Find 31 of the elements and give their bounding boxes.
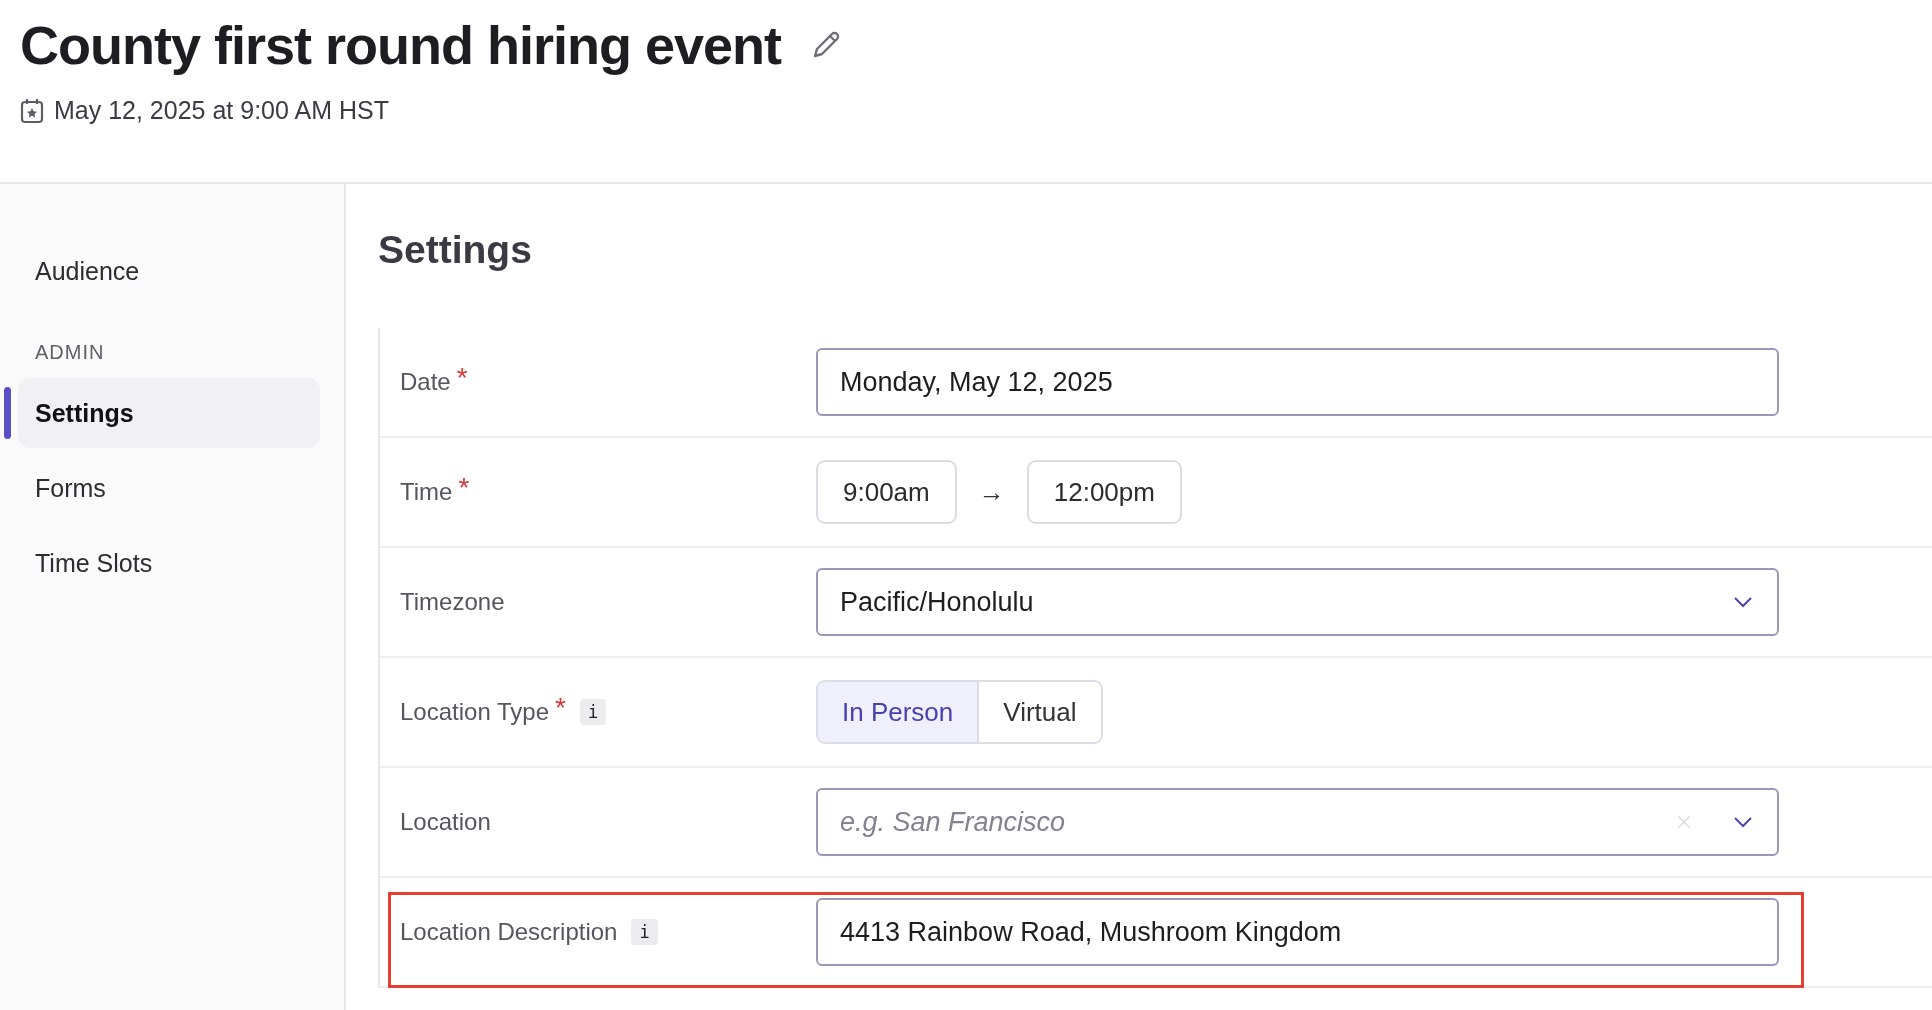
- section-heading: Settings: [378, 227, 533, 273]
- required-mark: *: [456, 362, 468, 394]
- nav-section-label: ADMIN: [34, 340, 106, 365]
- field-label: Location Description: [400, 918, 618, 946]
- text-input-field[interactable]: 4413 Rainbow Road, Mushroom Kingdom: [816, 898, 1779, 966]
- info-badge[interactable]: i: [631, 919, 658, 945]
- start-time-field[interactable]: 9:00am: [816, 460, 957, 524]
- info-badge[interactable]: i: [579, 699, 607, 725]
- required-mark: *: [458, 472, 470, 504]
- end-time-field[interactable]: 12:00pm: [1026, 460, 1182, 524]
- segment-option[interactable]: In Person: [818, 682, 978, 742]
- field-label: Timezone: [400, 588, 505, 616]
- page-title: County first round hiring event: [20, 14, 781, 76]
- text-input-field[interactable]: Monday, May 12, 2025: [816, 348, 1779, 416]
- active-indicator: [4, 387, 11, 439]
- calendar-icon: [20, 97, 44, 124]
- arrow-icon: →: [978, 476, 1005, 508]
- event-datetime: May 12, 2025 at 9:00 AM HST: [54, 96, 389, 125]
- nav-item[interactable]: Forms: [18, 453, 320, 523]
- chevron-down-icon: [1733, 596, 1753, 608]
- nav-item[interactable]: Time Slots: [18, 528, 320, 598]
- field-label: Location Type: [400, 698, 549, 726]
- field-label: Date: [400, 368, 451, 396]
- required-mark: *: [555, 692, 566, 724]
- field-label: Time: [400, 478, 453, 506]
- segment-option[interactable]: Virtual: [977, 682, 1101, 742]
- select-field[interactable]: Pacific/Honolulu: [816, 568, 1779, 636]
- combobox-field[interactable]: e.g. San Francisco: [816, 788, 1779, 856]
- nav-item[interactable]: Audience: [18, 236, 320, 306]
- chevron-down-icon: [1733, 816, 1753, 828]
- field-label: Location: [400, 808, 491, 836]
